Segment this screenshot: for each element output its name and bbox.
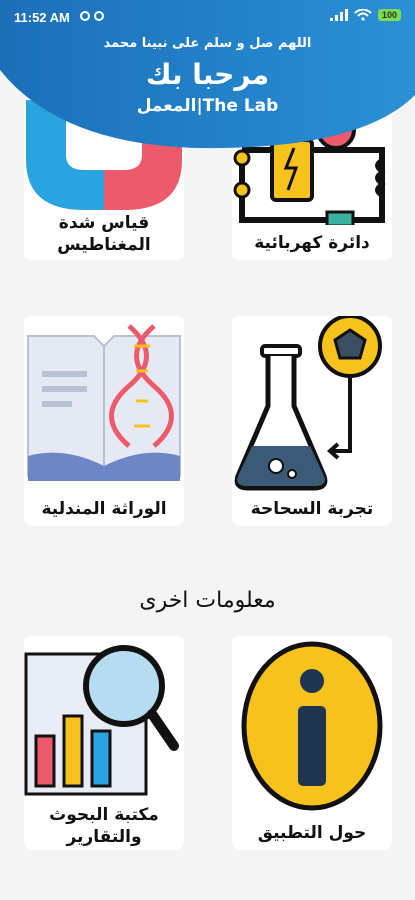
card-about-app[interactable]: حول التطبيق xyxy=(232,636,392,850)
status-bar: 11:52 AM 100 xyxy=(0,0,415,34)
card-label-about: حول التطبيق xyxy=(257,823,367,843)
info-icon xyxy=(241,641,383,811)
notification-icon xyxy=(80,11,90,21)
app-subtitle: المعمل|The Lab xyxy=(136,96,279,116)
card-label-circuit: دائرة كهربائية xyxy=(254,233,370,253)
card-label-library: مكتبة البحوث والتقارير xyxy=(49,805,159,847)
flask-icon xyxy=(234,316,382,491)
welcome-title: مرحبا بك xyxy=(145,58,270,91)
card-label-magnet: قياس شدة المغناطيس xyxy=(57,213,151,255)
card-label-genetics: الوراثة المندلية xyxy=(41,499,167,519)
card-burette-experiment[interactable]: تجربة السحاحة xyxy=(232,316,392,526)
card-label-experiment: تجربة السحاحة xyxy=(250,499,374,519)
signal-icon xyxy=(329,9,348,21)
prayer-text: اللهم صل و سلم على نبينا محمد xyxy=(103,36,312,51)
section-title-other-info: معلومات اخرى xyxy=(139,588,276,613)
notification-icon-2 xyxy=(94,11,104,21)
battery-icon: 100 xyxy=(377,9,401,21)
dna-book-icon xyxy=(27,324,181,481)
magnifier-chart-icon xyxy=(24,645,179,796)
wifi-icon xyxy=(354,9,372,21)
clock: 11:52 AM xyxy=(14,10,70,25)
card-mendelian-genetics[interactable]: الوراثة المندلية xyxy=(24,316,184,526)
card-research-library[interactable]: مكتبة البحوث والتقارير xyxy=(24,636,184,850)
